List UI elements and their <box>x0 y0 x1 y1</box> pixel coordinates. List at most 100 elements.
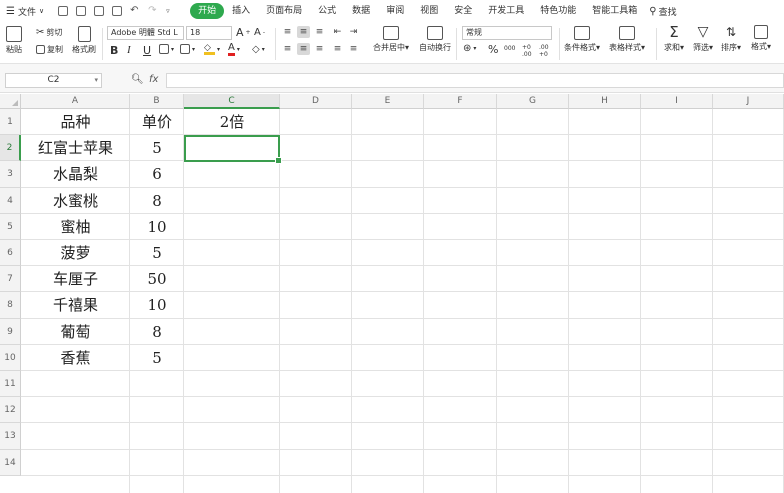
align-left-icon[interactable]: ≡ <box>281 43 294 55</box>
file-menu[interactable]: ☰ 文件 ∨ <box>6 5 44 18</box>
column-header-g[interactable]: G <box>497 94 569 109</box>
cell-a6[interactable]: 菠萝 <box>21 240 130 266</box>
column-header-j[interactable]: J <box>713 94 784 109</box>
tab-data[interactable]: 数据 <box>344 3 378 19</box>
percent-button[interactable]: % <box>488 43 498 56</box>
cut-button[interactable]: ✂ 剪切 <box>36 27 62 38</box>
search-button[interactable]: ⚲ 查找 <box>649 5 676 18</box>
row-header-4[interactable]: 4 <box>0 187 21 214</box>
sum-button[interactable]: Σ 求和▾ <box>664 25 684 53</box>
cell-a5[interactable]: 蜜柚 <box>21 214 130 240</box>
row-header-9[interactable]: 9 <box>0 318 21 345</box>
zoom-icon[interactable]: 🔍︎ <box>131 74 144 85</box>
cell-a7[interactable]: 车厘子 <box>21 266 130 292</box>
column-header-i[interactable]: I <box>641 94 713 109</box>
row-header-8[interactable]: 8 <box>0 292 21 319</box>
distributed-icon[interactable]: ≡ <box>347 43 360 55</box>
column-header-h[interactable]: H <box>569 94 641 109</box>
align-center-icon[interactable]: ≡ <box>297 43 310 55</box>
column-header-e[interactable]: E <box>352 94 424 109</box>
cell-c9[interactable] <box>184 319 280 345</box>
print-icon[interactable] <box>94 6 105 16</box>
borders-button[interactable]: ▾ <box>159 44 174 54</box>
tab-view[interactable]: 视图 <box>412 3 446 19</box>
row-header-6[interactable]: 6 <box>0 240 21 267</box>
cell-a2[interactable]: 红富士苹果 <box>21 135 130 161</box>
italic-button[interactable]: I <box>127 44 131 56</box>
cell-a8[interactable]: 千禧果 <box>21 292 130 318</box>
column-header-b[interactable]: B <box>130 94 184 109</box>
row-header-10[interactable]: 10 <box>0 344 21 371</box>
cell-b9[interactable]: 8 <box>130 319 184 345</box>
tab-formulas[interactable]: 公式 <box>310 3 344 19</box>
tab-security[interactable]: 安全 <box>446 3 480 19</box>
cell-b4[interactable]: 8 <box>130 188 184 214</box>
wrap-text-button[interactable]: 自动换行 <box>419 26 451 53</box>
cell-a3[interactable]: 水晶梨 <box>21 161 130 187</box>
select-all-corner[interactable] <box>0 94 21 109</box>
row-header-5[interactable]: 5 <box>0 213 21 240</box>
row-header-1[interactable]: 1 <box>0 109 21 136</box>
table-style-button[interactable]: 表格样式▾ <box>609 26 645 53</box>
tab-insert[interactable]: 插入 <box>224 3 258 19</box>
cell-b8[interactable]: 10 <box>130 292 184 318</box>
bold-button[interactable]: B <box>110 44 118 57</box>
row-header-3[interactable]: 3 <box>0 161 21 188</box>
cell-c4[interactable] <box>184 188 280 214</box>
paste-button[interactable]: 粘贴 <box>6 26 22 55</box>
thousands-button[interactable]: 000 <box>504 45 515 52</box>
cell-a9[interactable]: 葡萄 <box>21 319 130 345</box>
tab-page-layout[interactable]: 页面布局 <box>258 3 310 19</box>
cell-b1[interactable]: 单价 <box>130 109 184 135</box>
align-right-icon[interactable]: ≡ <box>313 43 326 55</box>
cell-c3[interactable] <box>184 161 280 187</box>
cell-c8[interactable] <box>184 292 280 318</box>
tab-home[interactable]: 开始 <box>190 3 225 19</box>
row-header-13[interactable]: 13 <box>0 423 21 450</box>
undo-icon[interactable]: ↶ <box>130 6 140 16</box>
format-painter-button[interactable]: 格式刷 <box>72 26 96 55</box>
currency-button[interactable]: ⊛ ▾ <box>463 43 476 54</box>
font-color-button[interactable]: A ▾ <box>228 43 240 56</box>
underline-button[interactable]: U <box>143 44 151 57</box>
cell-a10[interactable]: 香蕉 <box>21 345 130 371</box>
tab-special-features[interactable]: 特色功能 <box>532 3 584 19</box>
formula-input[interactable] <box>166 73 784 88</box>
clear-button[interactable]: ◇ ▾ <box>252 44 265 55</box>
cell-b10[interactable]: 5 <box>130 345 184 371</box>
conditional-format-button[interactable]: 条件格式▾ <box>564 26 600 53</box>
cell-b2[interactable]: 5 <box>130 135 184 161</box>
column-header-d[interactable]: D <box>280 94 352 109</box>
cell-c10[interactable] <box>184 345 280 371</box>
export-icon[interactable] <box>76 6 87 16</box>
font-size-select[interactable]: 18 <box>186 26 232 40</box>
format-button[interactable]: 格式▾ <box>751 25 771 52</box>
cell-a4[interactable]: 水蜜桃 <box>21 188 130 214</box>
tab-developer[interactable]: 开发工具 <box>480 3 532 19</box>
decrease-decimal-button[interactable]: .00 +0 <box>539 44 553 58</box>
fx-icon[interactable]: fx <box>149 74 158 85</box>
selected-cell-outline[interactable] <box>184 135 282 164</box>
cell-b6[interactable]: 5 <box>130 240 184 266</box>
align-middle-icon[interactable]: ≡ <box>297 26 310 38</box>
cell-b3[interactable]: 6 <box>130 161 184 187</box>
sort-button[interactable]: ⇅ 排序▾ <box>721 25 741 53</box>
cell-style-button[interactable]: ▾ <box>180 44 195 54</box>
indent-increase-icon[interactable]: ⇥ <box>347 26 360 38</box>
row-header-12[interactable]: 12 <box>0 397 21 424</box>
decrease-font-button[interactable]: A- <box>254 27 265 38</box>
font-name-select[interactable]: Adobe 明體 Std L <box>107 26 184 40</box>
row-header-7[interactable]: 7 <box>0 266 21 293</box>
align-top-icon[interactable]: ≡ <box>281 26 294 38</box>
print-preview-icon[interactable] <box>112 6 123 16</box>
row-header-14[interactable]: 14 <box>0 449 21 476</box>
column-header-c[interactable]: C <box>184 94 280 109</box>
increase-font-button[interactable]: A + <box>236 26 251 39</box>
cell-c5[interactable] <box>184 214 280 240</box>
cell-a1[interactable]: 品种 <box>21 109 130 135</box>
copy-button[interactable]: 复制 <box>36 44 63 55</box>
fill-color-button[interactable]: ◇ ▾ <box>204 44 220 55</box>
column-header-a[interactable]: A <box>21 94 130 109</box>
justify-icon[interactable]: ≡ <box>331 43 344 55</box>
row-header-2[interactable]: 2 <box>0 135 21 162</box>
